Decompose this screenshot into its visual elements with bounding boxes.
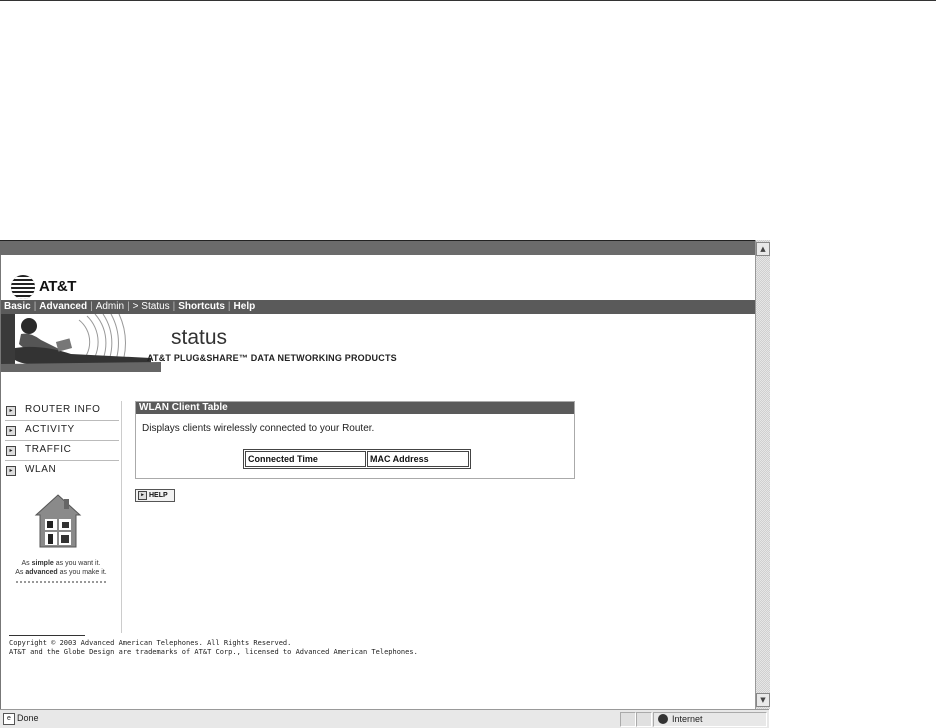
house-icon [34, 494, 82, 548]
status-text: Done [17, 713, 39, 723]
sidebar-item-label: WLAN [25, 464, 57, 475]
status-panel [636, 712, 652, 727]
globe-icon [11, 275, 35, 299]
chevron-right-icon: ▸ [6, 406, 16, 416]
chevron-right-icon: ▸ [138, 491, 147, 500]
nav-admin[interactable]: Admin [93, 300, 127, 314]
brand-name: AT&T [39, 278, 76, 295]
trademark-text: AT&T and the Globe Design are trademarks… [9, 648, 418, 656]
nav-status[interactable]: > Status [130, 300, 173, 314]
page-viewport: AT&T Basic | Advanced | Admin | > Status | Short… [0, 255, 756, 709]
sidebar-item-router-info[interactable]: ▸ ROUTER INFO [5, 401, 119, 421]
nav-basic[interactable]: Basic [1, 300, 34, 314]
panel-description: Displays clients wirelessly connected to… [142, 423, 375, 434]
scroll-up-arrow-icon[interactable]: ▲ [756, 242, 770, 256]
nav-shortcuts[interactable]: Shortcuts [175, 300, 228, 314]
table-header-row: Connected Time MAC Address [245, 451, 469, 467]
page-done-icon: e [3, 713, 15, 725]
nav-help[interactable]: Help [231, 300, 259, 314]
column-header-connected-time: Connected Time [245, 451, 366, 467]
page-subtitle: AT&T PLUG&SHARE™ DATA NETWORKING PRODUCT… [147, 353, 397, 363]
wlan-client-panel: WLAN Client Table Displays clients wirel… [135, 401, 575, 479]
sidebar-item-label: ACTIVITY [25, 424, 75, 435]
help-button[interactable]: ▸ HELP [135, 489, 175, 502]
scroll-down-arrow-icon[interactable]: ▼ [756, 693, 770, 707]
tagline-emphasis: advanced [25, 569, 58, 576]
page-title: status [171, 326, 228, 349]
tagline-text: as you want it. [53, 560, 101, 567]
status-banner: status AT&T PLUG&SHARE™ DATA NETWORKING … [1, 314, 756, 376]
copyright-text: Copyright © 2003 Advanced American Telep… [9, 639, 292, 647]
browser-top-edge [0, 240, 769, 255]
sidebar-item-label: ROUTER INFO [25, 404, 101, 415]
banner-photo [1, 314, 161, 372]
nav-advanced[interactable]: Advanced [36, 300, 90, 314]
sidebar-item-label: TRAFFIC [25, 444, 72, 455]
top-nav: Basic | Advanced | Admin | > Status | Shortcuts |… [1, 300, 756, 314]
globe-icon [658, 714, 668, 724]
sidebar-item-activity[interactable]: ▸ ACTIVITY [5, 421, 119, 441]
tagline-text: as you make it. [57, 569, 107, 576]
browser-status-bar: e Done Internet [0, 709, 769, 728]
browser-window: AT&T Basic | Advanced | Admin | > Status | Short… [0, 240, 770, 728]
top-rule [0, 0, 936, 1]
zone-label: Internet [672, 714, 703, 724]
sidebar-item-wlan[interactable]: ▸ WLAN [5, 461, 119, 480]
tagline-text: As [15, 569, 26, 576]
tagline-text: As [21, 560, 32, 567]
wlan-client-table: Connected Time MAC Address [243, 449, 471, 469]
chevron-right-icon: ▸ [6, 466, 16, 476]
footer-rule [9, 635, 85, 636]
chevron-right-icon: ▸ [6, 426, 16, 436]
tagline-emphasis: simple [31, 560, 54, 567]
chevron-right-icon: ▸ [6, 446, 16, 456]
dotted-divider [16, 581, 106, 585]
status-panel [620, 712, 636, 727]
footer: Copyright © 2003 Advanced American Telep… [9, 639, 418, 657]
security-zone: Internet [653, 712, 767, 727]
sidebar-item-traffic[interactable]: ▸ TRAFFIC [5, 441, 119, 461]
column-header-mac-address: MAC Address [367, 451, 469, 467]
tagline: As simple as you want it. As advanced as… [1, 559, 121, 577]
vertical-scrollbar[interactable]: ▲ ▼ [755, 240, 770, 709]
help-label: HELP [149, 492, 168, 499]
panel-title: WLAN Client Table [136, 402, 574, 414]
